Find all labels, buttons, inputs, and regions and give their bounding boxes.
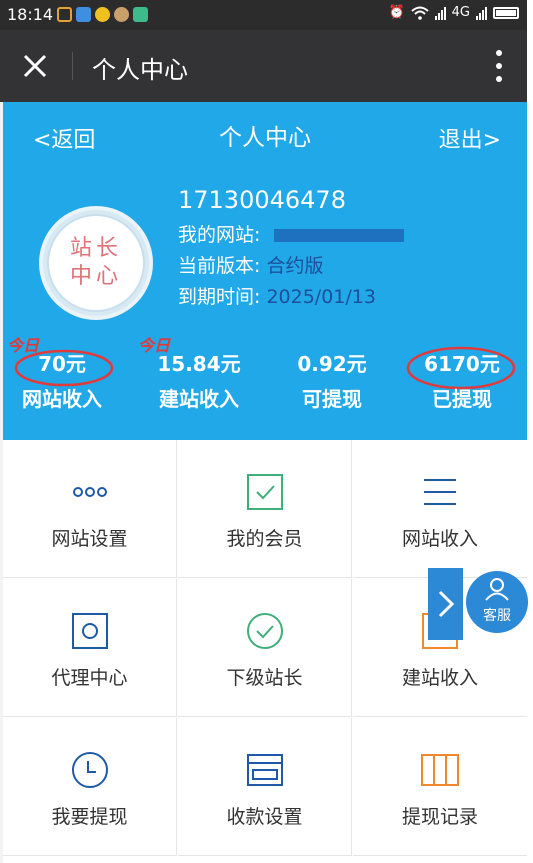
status-bar: 18:14 ⏰ 4G (0, 0, 527, 30)
phone-number: 17130046478 (178, 186, 346, 214)
menu-my-members[interactable]: 我的会员 (178, 440, 352, 578)
status-right: ⏰ 4G (388, 5, 519, 20)
signal-icon (434, 6, 446, 20)
expand-button[interactable] (428, 568, 463, 640)
app-frame: 18:14 ⏰ 4G 个人中心 <返回 个人中心 退出> 站长 中心 17130… (0, 0, 527, 863)
site-label: 我的网站: (178, 224, 261, 246)
wifi-icon (410, 6, 429, 20)
stat-label: 可提现 (302, 387, 362, 411)
more-dot-icon (496, 50, 502, 56)
profile-info: 17130046478 我的网站: 当前版本: 合约版 到期时间: 2025/0… (178, 186, 405, 313)
chevron-right-icon (438, 590, 454, 618)
alarm-icon: ⏰ (388, 5, 405, 20)
logout-button[interactable]: 退出> (439, 122, 501, 154)
app-notification-icon (95, 7, 110, 22)
stat-label: 网站收入 (22, 387, 102, 411)
menu-label: 下级站长 (226, 667, 303, 689)
stat-build-income[interactable]: 15.84元 建站收入 (134, 348, 264, 412)
menu-label: 代理中心 (51, 667, 128, 689)
status-time: 18:14 (7, 5, 54, 24)
signal-icon-2 (476, 6, 487, 20)
version-value: 合约版 (266, 255, 324, 277)
stat-label: 建站收入 (159, 387, 239, 411)
menu-withdraw[interactable]: 我要提现 (3, 718, 177, 856)
badge-text-line1: 站长 (69, 236, 122, 261)
stat-withdrawn[interactable]: 6170元 已提现 (397, 348, 527, 412)
app-bar-title: 个人中心 (92, 56, 188, 84)
webmaster-badge: 站长 中心 (39, 206, 153, 320)
scan-notification-icon (133, 7, 148, 22)
check-circle-icon (247, 613, 283, 649)
menu-label: 网站设置 (51, 528, 128, 550)
user-icon (485, 578, 509, 601)
lock-notification-icon (57, 7, 72, 22)
network-type: 4G (451, 5, 470, 20)
menu-agent-center[interactable]: 代理中心 (3, 579, 177, 717)
redacted-site (274, 229, 405, 242)
expiry-label: 到期时间: (178, 286, 261, 308)
app-bar: 个人中心 (0, 30, 527, 102)
more-dot-icon (496, 63, 502, 69)
stat-value: 70元 (38, 352, 86, 376)
battery-icon (493, 6, 519, 19)
square-circle-icon (72, 613, 108, 649)
stat-withdrawable[interactable]: 0.92元 可提现 (267, 348, 397, 412)
menu-sub-webmasters[interactable]: 下级站长 (178, 579, 352, 717)
menu-site-income[interactable]: 网站收入 (353, 440, 527, 578)
customer-service-button[interactable]: 客服 (466, 571, 528, 633)
profile-header: <返回 个人中心 退出> 站长 中心 17130046478 我的网站: 当前版… (3, 102, 527, 440)
stat-label: 已提现 (432, 387, 492, 411)
badge-text-line2: 中心 (69, 264, 122, 289)
badge-inner: 站长 中心 (47, 214, 145, 312)
clock-icon (72, 752, 108, 788)
menu-label: 提现记录 (401, 806, 478, 828)
stat-site-income[interactable]: 70元 网站收入 (0, 348, 127, 412)
game-notification-icon (114, 7, 129, 22)
menu-grid: 网站设置 我的会员 网站收入 代理中心 下级站长 建站收入 我要提现 收款设置 … (3, 440, 527, 863)
more-dot-icon (496, 76, 502, 82)
menu-label: 网站收入 (401, 528, 478, 550)
close-button[interactable] (22, 46, 52, 86)
lines-icon (424, 479, 456, 505)
menu-site-settings[interactable]: 网站设置 (3, 440, 177, 578)
menu-label: 我的会员 (226, 528, 303, 550)
stat-value: 0.92元 (297, 352, 367, 376)
card-icon (247, 754, 283, 786)
expiry-value: 2025/01/13 (266, 286, 376, 308)
stat-value: 15.84元 (157, 352, 241, 376)
menu-label: 建站收入 (401, 667, 478, 689)
app-bar-divider (72, 52, 73, 80)
customer-service-label: 客服 (483, 608, 511, 624)
menu-label: 收款设置 (226, 806, 303, 828)
columns-icon (421, 754, 459, 786)
version-label: 当前版本: (178, 255, 261, 277)
dots-icon (73, 487, 107, 497)
stat-value: 6170元 (424, 352, 500, 376)
version-row: 当前版本: 合约版 (178, 251, 404, 282)
menu-withdraw-records[interactable]: 提现记录 (353, 718, 527, 856)
expiry-row: 到期时间: 2025/01/13 (178, 282, 404, 313)
close-icon (23, 54, 47, 78)
notification-icons (57, 7, 148, 22)
more-menu-button[interactable] (495, 50, 503, 82)
site-row: 我的网站: (178, 220, 405, 251)
menu-payment-settings[interactable]: 收款设置 (178, 718, 352, 856)
check-square-icon (247, 474, 283, 510)
chat-notification-icon (76, 7, 91, 22)
menu-label: 我要提现 (51, 806, 128, 828)
